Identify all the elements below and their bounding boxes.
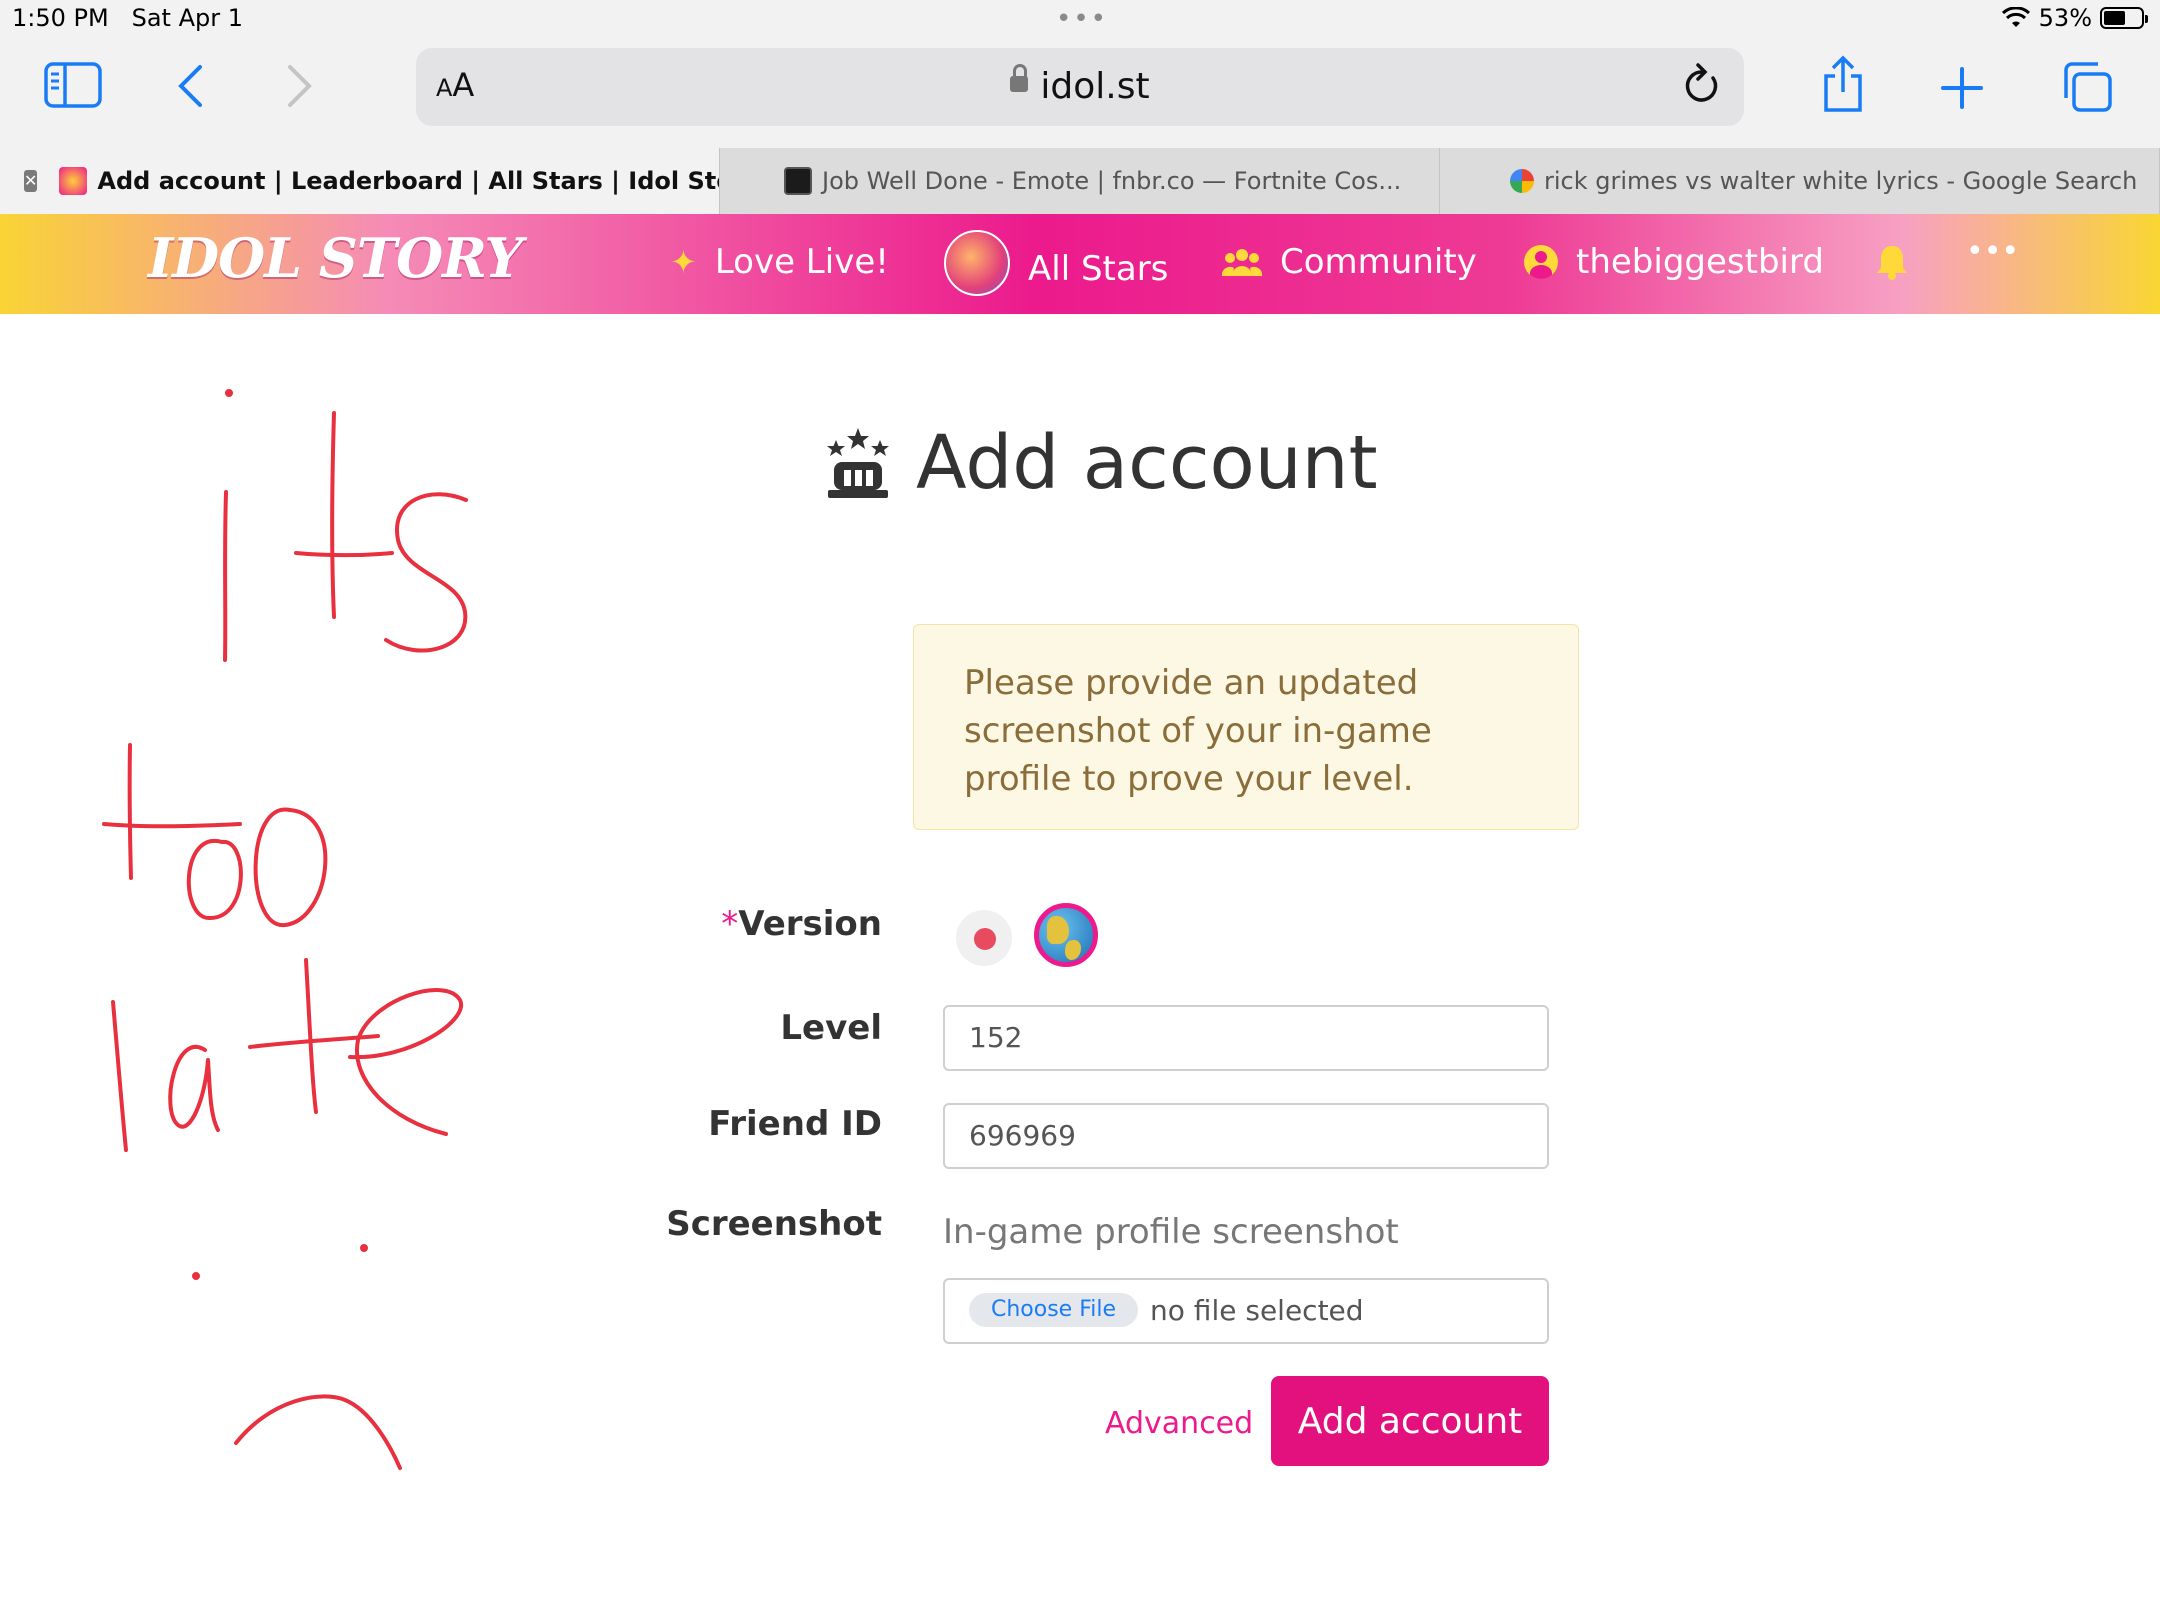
level-label: Level — [780, 1008, 882, 1048]
battery-percent: 53% — [2038, 4, 2092, 32]
back-icon[interactable] — [176, 64, 206, 108]
status-bar: 1:50 PM Sat Apr 1 ••• 53% — [0, 0, 2160, 40]
sidebar-icon[interactable] — [44, 62, 102, 108]
version-label: *Version — [721, 904, 882, 944]
lock-icon — [1010, 64, 1029, 92]
sparkles-icon: ✦ — [670, 243, 697, 281]
idolstory-logo[interactable]: IDOL STORY — [148, 226, 523, 290]
add-account-icon — [827, 428, 889, 498]
tab-fnbr[interactable]: Job Well Done - Emote | fnbr.co — Fortni… — [720, 148, 1440, 214]
screenshot-label: Screenshot — [666, 1204, 882, 1244]
more-menu-icon[interactable]: ••• — [1966, 234, 2019, 269]
version-radio-worldwide-globe-icon[interactable] — [1034, 903, 1098, 967]
google-favicon-icon — [1510, 169, 1534, 193]
url-display[interactable]: idol.st — [416, 64, 1744, 107]
address-bar[interactable]: AA idol.st — [416, 48, 1744, 126]
add-account-button[interactable]: Add account — [1271, 1376, 1549, 1466]
page-title-text: Add account — [916, 420, 1378, 506]
nav-all-stars[interactable]: All Stars — [944, 230, 1168, 296]
tab-title: Add account | Leaderboard | All Stars | … — [97, 167, 720, 195]
site-navbar: IDOL STORY ✦ Love Live! All Stars Commun… — [0, 214, 2160, 314]
tab-add-account[interactable]: ✕ Add account | Leaderboard | All Stars … — [0, 148, 720, 214]
page-title: Add account — [822, 420, 1378, 506]
nav-community[interactable]: Community — [1222, 242, 1477, 282]
notification-bell-icon[interactable] — [1876, 244, 1908, 280]
forward-icon[interactable] — [284, 64, 314, 108]
all-stars-game-icon — [944, 230, 1010, 296]
status-right: 53% — [2001, 4, 2148, 32]
share-icon[interactable] — [1820, 54, 1866, 114]
battery-icon — [2100, 7, 2148, 29]
info-alert: Please provide an updated screenshot of … — [913, 624, 1579, 830]
tab-strip: ✕ Add account | Leaderboard | All Stars … — [0, 148, 2160, 214]
level-input[interactable]: 152 — [943, 1005, 1549, 1071]
tab-title: Job Well Done - Emote | fnbr.co — Fortni… — [822, 167, 1402, 195]
browser-toolbar: AA idol.st — [0, 40, 2160, 148]
tab-google[interactable]: rick grimes vs walter white lyrics - Goo… — [1440, 148, 2160, 214]
advanced-link[interactable]: Advanced — [1105, 1406, 1253, 1441]
new-tab-icon[interactable] — [1940, 66, 1984, 110]
reload-icon[interactable] — [1682, 62, 1722, 106]
choose-file-button[interactable]: Choose File — [969, 1293, 1139, 1327]
multitasking-dots[interactable]: ••• — [1056, 4, 1108, 34]
screenshot-file-input[interactable]: Choose File no file selected — [943, 1278, 1549, 1344]
screenshot-hint: In-game profile screenshot — [943, 1212, 1399, 1252]
close-tab-icon[interactable]: ✕ — [24, 170, 38, 192]
friend-id-input[interactable]: 696969 — [943, 1103, 1549, 1169]
nav-love-live[interactable]: ✦ Love Live! — [670, 242, 889, 282]
user-icon — [1524, 245, 1558, 279]
tabs-overview-icon[interactable] — [2060, 60, 2114, 114]
nav-user[interactable]: thebiggestbird — [1524, 242, 1824, 282]
status-time: 1:50 PM Sat Apr 1 — [12, 4, 243, 32]
users-icon — [1222, 249, 1262, 276]
idolstory-favicon-icon — [59, 167, 88, 195]
version-radio-jp[interactable] — [956, 910, 1012, 966]
wifi-icon — [2001, 7, 2030, 27]
tab-title: rick grimes vs walter white lyrics - Goo… — [1544, 167, 2138, 195]
fnbr-favicon-icon — [784, 167, 812, 195]
no-file-text: no file selected — [1150, 1294, 1364, 1327]
friend-id-label: Friend ID — [708, 1104, 882, 1144]
